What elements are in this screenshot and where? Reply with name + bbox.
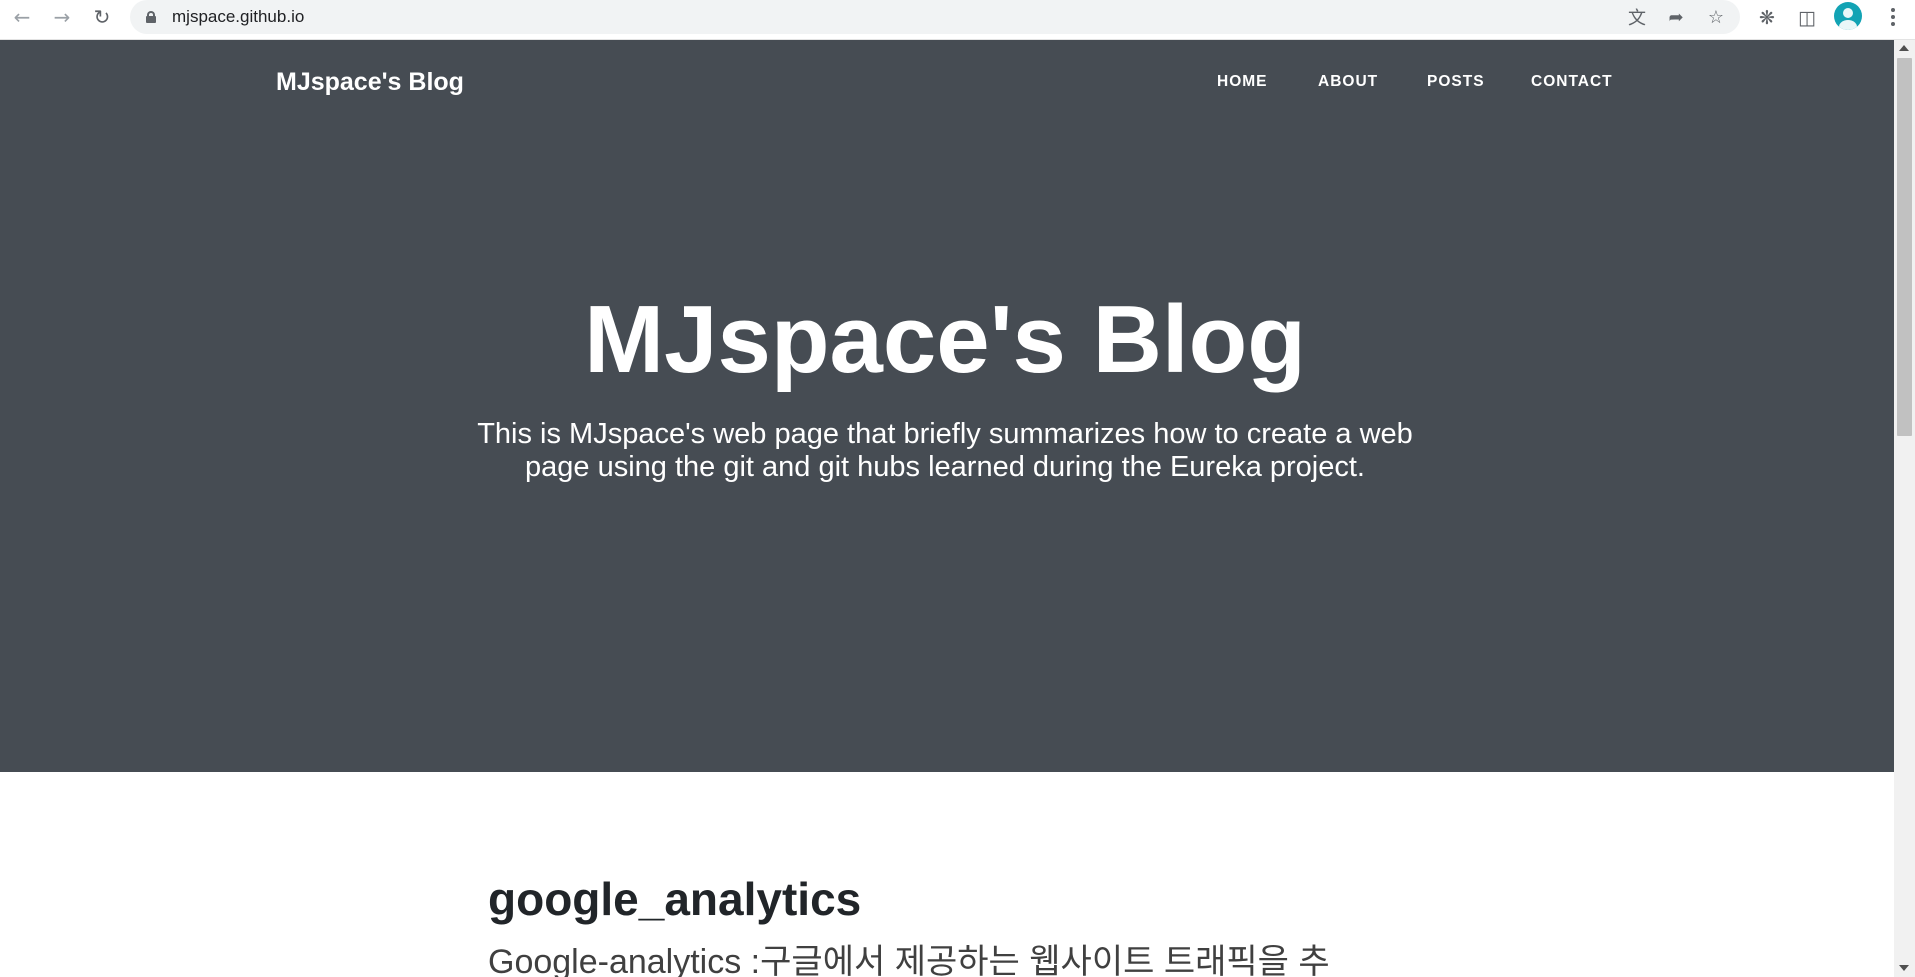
translate-icon[interactable]: 文 — [1624, 4, 1650, 30]
url-text[interactable]: mjspace.github.io — [172, 7, 304, 27]
address-bar[interactable]: mjspace.github.io 文 ➦ ☆ — [130, 0, 1740, 34]
hero-header: MJspace's Blog HOME ABOUT POSTS CONTACT … — [0, 40, 1894, 772]
scroll-up-arrow-icon[interactable] — [1899, 45, 1909, 51]
forward-arrow-icon[interactable]: → — [47, 2, 77, 32]
post-title-link[interactable]: google_analytics — [488, 872, 861, 926]
site-brand-link[interactable]: MJspace's Blog — [276, 68, 464, 97]
browser-toolbar: ← → ↻ mjspace.github.io 文 ➦ ☆ ❋ ◫ — [0, 0, 1915, 40]
menu-kebab-icon[interactable] — [1880, 4, 1906, 30]
extensions-icon[interactable]: ❋ — [1752, 3, 1782, 33]
reload-icon[interactable]: ↻ — [87, 2, 117, 32]
profile-avatar-icon[interactable] — [1834, 2, 1862, 30]
lock-icon[interactable] — [146, 11, 156, 23]
share-icon[interactable]: ➦ — [1663, 4, 1689, 30]
page-title: MJspace's Blog — [584, 286, 1306, 393]
nav-contact-link[interactable]: CONTACT — [1531, 73, 1613, 91]
page-scrollbar[interactable] — [1894, 40, 1915, 977]
scrollbar-thumb[interactable] — [1897, 58, 1912, 436]
scroll-down-arrow-icon[interactable] — [1899, 965, 1909, 971]
side-panel-icon[interactable]: ◫ — [1792, 3, 1822, 33]
back-arrow-icon[interactable]: ← — [7, 2, 37, 32]
page-viewport: MJspace's Blog HOME ABOUT POSTS CONTACT … — [0, 40, 1894, 977]
nav-posts-link[interactable]: POSTS — [1427, 73, 1485, 91]
page-subtitle: This is MJspace's web page that briefly … — [477, 418, 1413, 483]
post-subtitle[interactable]: Google-analytics :구글에서 제공하는 웹사이트 트래픽을 추 — [488, 934, 1330, 977]
nav-home-link[interactable]: HOME — [1217, 73, 1268, 91]
nav-about-link[interactable]: ABOUT — [1318, 73, 1378, 91]
star-icon[interactable]: ☆ — [1703, 4, 1729, 30]
